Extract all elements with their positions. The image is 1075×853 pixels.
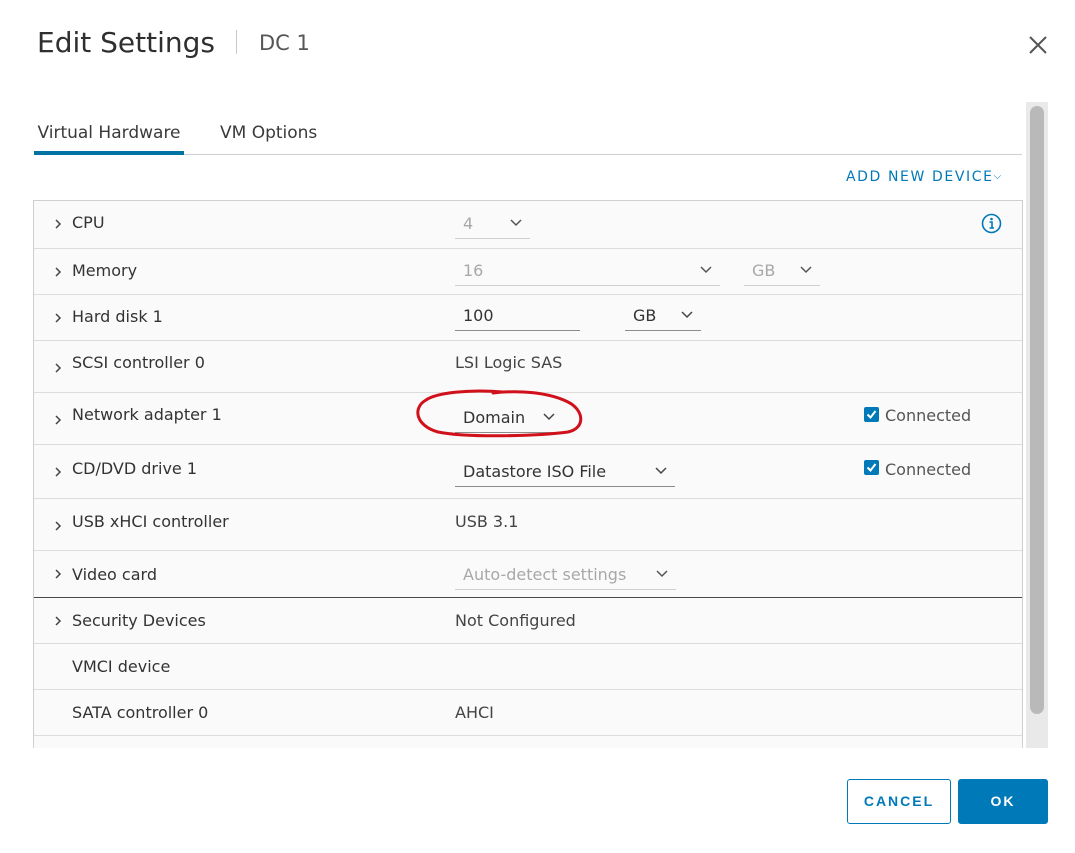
usb-value: USB 3.1 — [455, 512, 519, 531]
dialog-title: Edit Settings — [37, 26, 215, 59]
chevron-right-icon[interactable] — [53, 313, 63, 323]
network-value: Domain — [463, 408, 526, 427]
chevron-right-icon[interactable] — [53, 521, 63, 531]
network-adapter-label: Network adapter 1 — [72, 405, 222, 424]
cd-dvd-connected-checkbox[interactable] — [864, 460, 879, 475]
chevron-down-icon — [655, 467, 667, 475]
memory-label: Memory — [72, 261, 138, 280]
vm-name: DC 1 — [259, 31, 310, 55]
cpu-label: CPU — [72, 213, 105, 232]
chevron-right-icon[interactable] — [53, 616, 63, 626]
ok-button[interactable]: OK — [958, 779, 1048, 824]
chevron-right-icon[interactable] — [53, 267, 63, 277]
row-memory: Memory 16 GB — [34, 249, 1022, 295]
row-security-devices: Security Devices Not Configured — [34, 598, 1022, 644]
checkbox-checked-icon — [866, 463, 877, 473]
video-card-label: Video card — [72, 565, 157, 584]
chevron-right-icon[interactable] — [53, 363, 63, 373]
sata-value: AHCI — [455, 703, 494, 722]
chevron-down-icon — [543, 413, 555, 421]
scrollbar[interactable] — [1026, 102, 1048, 748]
chevron-right-icon[interactable] — [53, 415, 63, 425]
chevron-down-icon — [681, 311, 693, 319]
tab-vm-options[interactable]: VM Options — [220, 113, 320, 155]
memory-value: 16 — [463, 261, 484, 280]
row-scsi-controller: SCSI controller 0 LSI Logic SAS — [34, 341, 1022, 393]
hard-disk-size-input[interactable]: 100 — [455, 303, 580, 331]
chevron-down-icon: ⌵ — [993, 171, 1002, 182]
cpu-select[interactable]: 4 — [455, 211, 530, 239]
chevron-down-icon — [800, 266, 812, 274]
row-usb-controller: USB xHCI controller USB 3.1 — [34, 499, 1022, 551]
cd-dvd-connected-label: Connected — [885, 460, 972, 479]
chevron-down-icon — [700, 266, 712, 274]
scrollbar-thumb[interactable] — [1030, 106, 1044, 714]
title-divider — [236, 30, 237, 54]
chevron-down-icon — [510, 219, 522, 227]
security-devices-value: Not Configured — [455, 611, 576, 630]
network-select[interactable]: Domain — [455, 405, 563, 433]
checkbox-checked-icon — [866, 410, 877, 420]
cancel-button[interactable]: CANCEL — [847, 779, 951, 824]
chevron-right-icon[interactable] — [53, 467, 63, 477]
row-cpu: CPU 4 — [34, 201, 1022, 249]
security-devices-label: Security Devices — [72, 611, 206, 630]
cpu-value: 4 — [463, 214, 474, 233]
memory-unit: GB — [752, 261, 776, 280]
hard-disk-label: Hard disk 1 — [72, 307, 163, 326]
network-connected-checkbox[interactable] — [864, 407, 879, 422]
info-icon[interactable] — [981, 213, 1002, 234]
network-connected-label: Connected — [885, 406, 972, 425]
scsi-value: LSI Logic SAS — [455, 353, 563, 372]
video-card-select[interactable]: Auto-detect settings — [455, 562, 676, 590]
row-video-card: Video card Auto-detect settings — [34, 551, 1022, 598]
memory-unit-select[interactable]: GB — [744, 258, 820, 286]
cd-dvd-value: Datastore ISO File — [463, 462, 607, 481]
row-hard-disk: Hard disk 1 100 GB — [34, 295, 1022, 341]
row-cd-dvd-drive: CD/DVD drive 1 Datastore ISO File Connec… — [34, 445, 1022, 499]
memory-select[interactable]: 16 — [455, 258, 720, 286]
row-vmci-device: VMCI device — [34, 644, 1022, 690]
usb-label: USB xHCI controller — [72, 512, 229, 531]
cd-dvd-select[interactable]: Datastore ISO File — [455, 459, 675, 487]
video-card-value: Auto-detect settings — [463, 565, 627, 584]
hard-disk-unit: GB — [633, 306, 657, 325]
hardware-list: CPU 4 Memory 16 GB Hard disk 1 100 GB SC… — [33, 200, 1023, 748]
chevron-right-icon[interactable] — [53, 569, 63, 579]
hard-disk-unit-select[interactable]: GB — [625, 303, 701, 331]
sata-label: SATA controller 0 — [72, 703, 209, 722]
vmci-label: VMCI device — [72, 657, 171, 676]
cd-dvd-label: CD/DVD drive 1 — [72, 459, 198, 478]
add-new-device-label: ADD NEW DEVICE — [846, 169, 994, 185]
close-icon[interactable] — [1026, 33, 1050, 57]
chevron-right-icon[interactable] — [53, 219, 63, 229]
row-sata-controller: SATA controller 0 AHCI — [34, 690, 1022, 736]
add-new-device-button[interactable]: ADD NEW DEVICE⌵ — [846, 169, 1001, 185]
row-network-adapter: Network adapter 1 Domain Connected — [34, 393, 1022, 445]
chevron-down-icon — [656, 570, 668, 578]
scsi-label: SCSI controller 0 — [72, 353, 205, 372]
tab-virtual-hardware[interactable]: Virtual Hardware — [34, 113, 184, 155]
tab-bar: Virtual Hardware VM Options — [34, 113, 1022, 155]
